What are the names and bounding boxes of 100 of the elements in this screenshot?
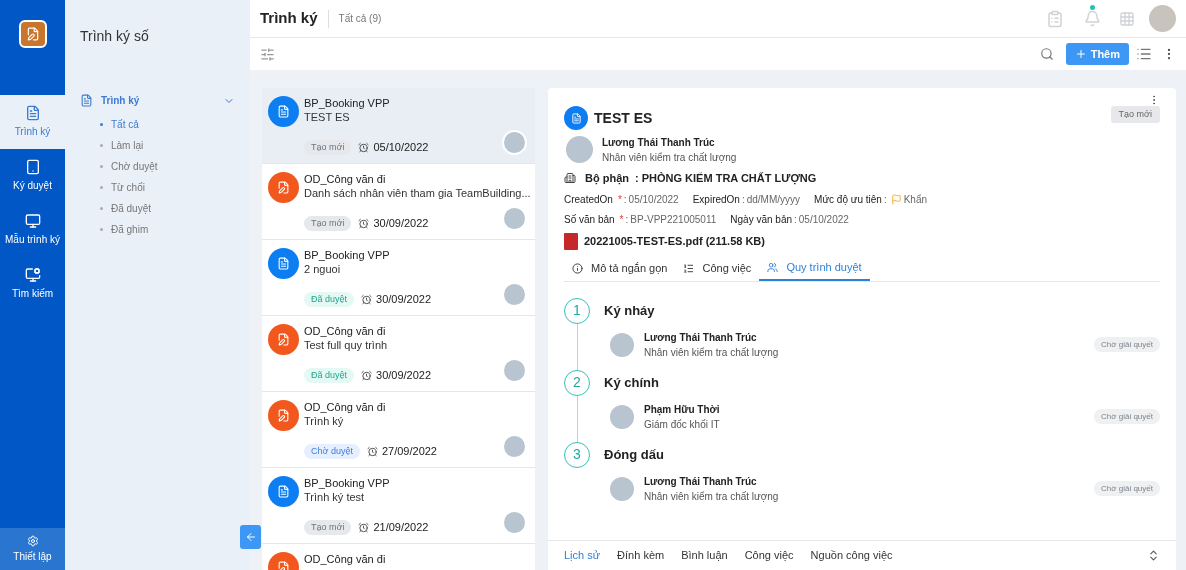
rail-item-icon bbox=[24, 159, 41, 175]
status-badge: Tạo mới bbox=[1110, 106, 1160, 123]
pen-file-icon bbox=[277, 409, 290, 422]
document-category: BP_Booking VPP bbox=[304, 476, 391, 490]
pen-file-icon bbox=[25, 27, 40, 41]
notepad-icon[interactable] bbox=[1046, 9, 1064, 28]
notification-icon[interactable] bbox=[1084, 10, 1101, 27]
colon-mark: : bbox=[883, 192, 887, 207]
assignee-role: Nhân viên kiểm tra chất lượng bbox=[644, 489, 780, 504]
document-card[interactable]: OD_Công văn đi bbox=[262, 544, 535, 570]
rail-item[interactable]: Mẫu trình ký bbox=[0, 203, 65, 257]
settings-button[interactable]: Thiết lập bbox=[0, 528, 65, 570]
document-card[interactable]: BP_Booking VPP Trình ký test Tạo mới 21/09/2022 bbox=[262, 468, 535, 543]
menu-item[interactable]: Chờ duyệt bbox=[100, 159, 235, 173]
document-category: OD_Công văn đi bbox=[304, 172, 387, 186]
document-category: OD_Công văn đi bbox=[304, 324, 387, 338]
tab-icon bbox=[572, 262, 583, 274]
document-category: OD_Công văn đi bbox=[304, 552, 387, 566]
detail-tab[interactable]: Công việc bbox=[675, 255, 760, 281]
menu-item[interactable]: Đã ghim bbox=[100, 222, 235, 236]
building-icon bbox=[564, 172, 576, 185]
sidebar-title: Trình ký số bbox=[80, 27, 150, 46]
rail-item[interactable]: Tìm kiếm bbox=[0, 257, 65, 311]
status-badge: Chờ giải quyết bbox=[1094, 337, 1160, 352]
colon-mark: : bbox=[741, 192, 745, 207]
field-label: Mức độ ưu tiên bbox=[814, 192, 882, 207]
rail-item[interactable]: Ký duyệt bbox=[0, 149, 65, 203]
document-date: 30/09/2022 bbox=[373, 215, 429, 231]
rail-item[interactable]: Trình ký bbox=[0, 95, 65, 149]
alarm-clock-icon bbox=[358, 218, 370, 229]
document-card[interactable]: OD_Công văn đi Test full quy trình Đã duyệt 30/09/2022 bbox=[262, 316, 535, 391]
expand-icon[interactable] bbox=[1147, 549, 1160, 562]
field-value: BP-VPP221005011 bbox=[630, 212, 717, 227]
tab-icon bbox=[683, 262, 695, 274]
rail-item-icon bbox=[24, 267, 41, 283]
field-value: 05/10/2022 bbox=[628, 192, 679, 207]
bottom-tab[interactable]: Nguồn công việc bbox=[810, 547, 893, 564]
list-view-icon[interactable] bbox=[1136, 46, 1152, 62]
step-title: Ký chính bbox=[604, 373, 660, 392]
menu-item[interactable]: Từ chối bbox=[100, 180, 235, 194]
bottom-tab[interactable]: Đính kèm bbox=[617, 547, 665, 564]
detail-tab[interactable]: Mô tả ngắn gọn bbox=[564, 255, 676, 281]
attachment-link[interactable]: 20221005-TEST-ES.pdf (211.58 KB) bbox=[584, 232, 765, 250]
document-card[interactable]: OD_Công văn đi Danh sách nhân viên tham gia TeamBuilding... Tạo mới 30/09/2022 bbox=[262, 164, 535, 239]
document-card[interactable]: BP_Booking VPP TEST ES Tạo mới 05/10/2022 bbox=[262, 88, 535, 163]
status-badge: Chờ duyệt bbox=[304, 444, 360, 459]
document-date: 30/09/2022 bbox=[376, 367, 432, 383]
alarm-clock-icon bbox=[366, 446, 378, 457]
alarm-clock-icon bbox=[358, 522, 370, 533]
file-icon bbox=[277, 105, 290, 118]
plus-icon bbox=[1074, 48, 1087, 60]
menu-item[interactable]: Làm lại bbox=[100, 138, 235, 152]
field-label: Ngày văn bản bbox=[730, 212, 792, 227]
collapse-button[interactable] bbox=[240, 525, 261, 549]
alarm-clock-icon bbox=[358, 142, 370, 153]
page-title: Trình ký bbox=[260, 8, 318, 29]
filter-icon[interactable] bbox=[260, 46, 275, 62]
field-value: 05/10/2022 bbox=[798, 212, 849, 227]
required-mark: * bbox=[619, 212, 624, 227]
field-label: CreatedOn bbox=[564, 192, 613, 207]
apps-icon[interactable] bbox=[1119, 10, 1135, 27]
avatar bbox=[502, 130, 527, 155]
arrow-left-icon bbox=[244, 531, 257, 543]
bottom-tab[interactable]: Công việc bbox=[744, 547, 794, 564]
menu-item[interactable]: Tất cả bbox=[100, 117, 235, 131]
bottom-tab[interactable]: Bình luận bbox=[681, 547, 728, 564]
menu-group[interactable]: Trình ký bbox=[80, 93, 235, 108]
document-title: Trình ký test bbox=[304, 490, 366, 504]
document-title: Trình ký bbox=[304, 414, 345, 428]
field-label: Số văn bản bbox=[564, 212, 615, 227]
tab-icon bbox=[767, 261, 779, 273]
step-title: Ký nháy bbox=[604, 301, 656, 320]
document-card[interactable]: OD_Công văn đi Trình ký Chờ duyệt 27/09/2022 bbox=[262, 392, 535, 467]
document-card[interactable]: BP_Booking VPP 2 nguoi Đã duyệt 30/09/2022 bbox=[262, 240, 535, 315]
status-badge: Đã duyệt bbox=[304, 292, 355, 307]
author-name: Lương Thái Thanh Trúc bbox=[602, 135, 716, 150]
colon-mark: : bbox=[625, 212, 629, 227]
menu-item[interactable]: Đã duyệt bbox=[100, 201, 235, 215]
rail-item-icon bbox=[24, 105, 41, 121]
search-icon[interactable] bbox=[1039, 47, 1054, 61]
detail-tab[interactable]: Quy trình duyệt bbox=[759, 255, 870, 281]
settings-icon bbox=[26, 534, 39, 547]
colon-mark: : bbox=[794, 212, 797, 227]
bottom-tab[interactable]: Lịch sử bbox=[564, 547, 601, 564]
document-title: TEST ES bbox=[304, 110, 351, 124]
assignee-role: Nhân viên kiểm tra chất lượng bbox=[644, 345, 780, 360]
department-label: Bộ phận bbox=[585, 171, 629, 187]
detail-title: TEST ES bbox=[594, 108, 654, 128]
status-badge: Tạo mới bbox=[304, 140, 352, 155]
file-icon bbox=[277, 257, 290, 270]
required-mark: * bbox=[617, 192, 622, 207]
rail-item-icon bbox=[24, 213, 41, 229]
step-title: Đóng dấu bbox=[604, 445, 665, 464]
user-avatar[interactable] bbox=[1149, 5, 1176, 32]
assignee-role: Giám đốc khối IT bbox=[644, 417, 721, 432]
document-date: 27/09/2022 bbox=[381, 443, 437, 459]
document-title: 2 nguoi bbox=[304, 262, 342, 276]
document-date: 05/10/2022 bbox=[373, 139, 429, 155]
document-title: Danh sách nhân viên tham gia TeamBuilding... bbox=[304, 186, 529, 200]
alarm-clock-icon bbox=[361, 370, 373, 381]
